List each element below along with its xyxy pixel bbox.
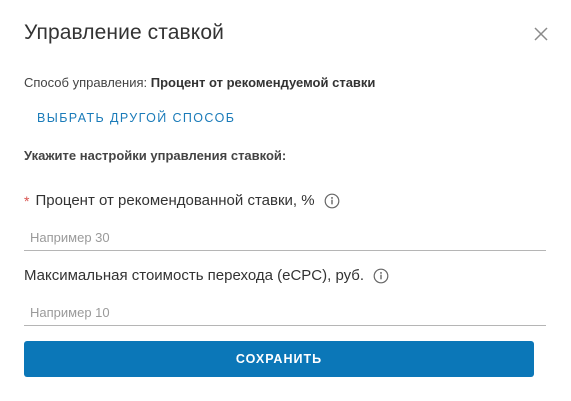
field-label-recommended-percent: * Процент от рекомендованной ставки, % [24,192,340,209]
field-label-text: Процент от рекомендованной ставки, % [35,192,315,209]
recommended-percent-input[interactable] [24,225,546,251]
required-mark: * [24,192,30,209]
management-method-line: Способ управления: Процент от рекомендуе… [24,75,375,90]
bid-management-dialog: Управление ставкой Способ управления: Пр… [0,0,571,401]
method-label: Способ управления: [24,75,148,90]
close-icon[interactable] [532,25,550,43]
field-label-text: Максимальная стоимость перехода (eCPC), … [24,267,365,284]
settings-heading: Укажите настройки управления ставкой: [24,148,287,163]
field-label-max-ecpc: Максимальная стоимость перехода (eCPC), … [24,267,389,284]
choose-another-method-link[interactable]: ВЫБРАТЬ ДРУГОЙ СПОСОБ [37,111,235,125]
info-icon[interactable] [324,193,340,209]
save-button[interactable]: СОХРАНИТЬ [24,341,534,377]
info-icon[interactable] [373,268,389,284]
max-ecpc-input[interactable] [24,300,546,326]
method-value: Процент от рекомендуемой ставки [150,75,376,90]
dialog-title: Управление ставкой [24,21,224,44]
